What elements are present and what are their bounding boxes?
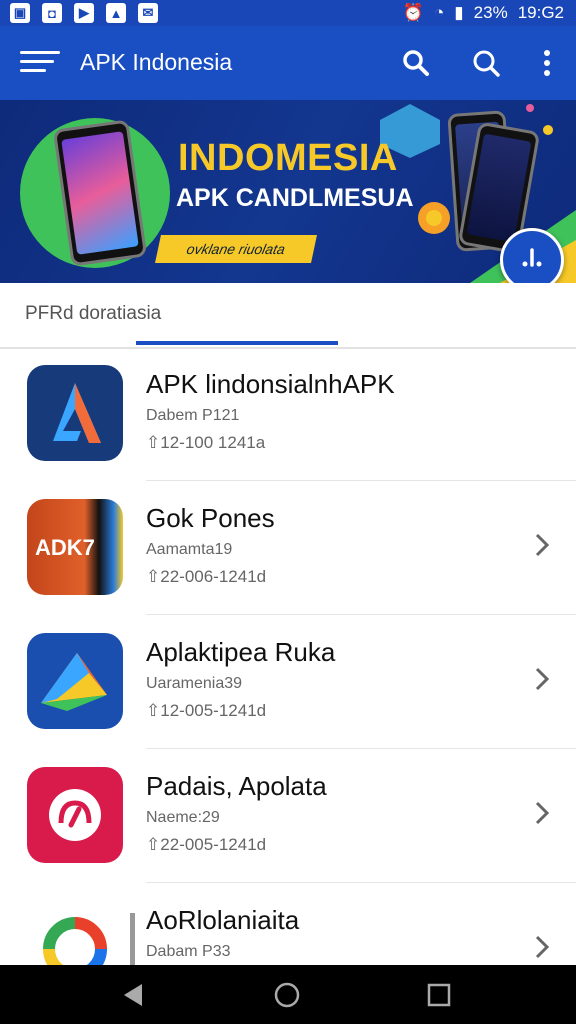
scroll-marker xyxy=(130,913,135,973)
messenger-notification-icon: ✉ xyxy=(138,3,158,23)
list-item[interactable]: Aplaktipea Ruka Uaramenia39 ⇧12-005-1241… xyxy=(0,615,576,749)
app-name: Aplaktipea Ruka xyxy=(146,637,336,667)
version-icon: ⇧ xyxy=(146,835,161,854)
list-item[interactable]: ADK7 Gok Pones Aamamta19 ⇧22-006-1241d xyxy=(0,481,576,615)
wifi-icon: ◔ xyxy=(434,3,445,22)
banner-headline: INDOMESIA xyxy=(178,137,398,179)
clock: 19:G2 xyxy=(517,3,564,22)
back-icon[interactable] xyxy=(120,980,150,1010)
tab-bar: PFRd doratiasia xyxy=(0,283,576,349)
app-icon xyxy=(27,633,123,729)
system-nav-bar xyxy=(0,965,576,1024)
app-date: ⇧12-100 1241a xyxy=(146,433,266,452)
app-date: ⇧22-005-1241d xyxy=(146,835,267,854)
app-list: APK lindonsialnhAPK Dabem P121 ⇧12-100 1… xyxy=(0,347,576,1017)
app-title: APK Indonesia xyxy=(80,49,233,75)
app-icon xyxy=(27,767,123,863)
chevron-right-icon xyxy=(535,667,550,691)
search-icon[interactable] xyxy=(470,47,502,79)
app-publisher: Dabem P121 xyxy=(146,407,240,424)
chevron-right-icon xyxy=(535,935,550,959)
signal-icon: ▮ xyxy=(454,3,464,22)
more-options-icon[interactable] xyxy=(533,47,565,79)
app-date: ⇧12-005-1241d xyxy=(146,701,267,720)
version-icon: ⇧ xyxy=(146,701,161,720)
download-icon xyxy=(522,248,542,267)
app-name: APK lindonsialnhAPK xyxy=(146,369,395,399)
app-date: ⇧22-006-1241d xyxy=(146,567,267,586)
battery-text: 23% xyxy=(473,3,508,22)
promo-banner[interactable]: INDOMESIA APK CANDLMESUA ovklane riuolat… xyxy=(0,100,576,283)
tab-indicator xyxy=(136,341,338,345)
menu-icon[interactable] xyxy=(20,51,60,77)
chevron-right-icon xyxy=(535,533,550,557)
status-bar: ▣ ◘ ▶ ▲ ✉ ⏰ ◔ ▮ 23% 19:G2 xyxy=(0,0,576,26)
app-name: Padais, Apolata xyxy=(146,771,327,801)
tab-active[interactable]: PFRd doratiasia xyxy=(25,303,161,325)
gallery-notification-icon: ◘ xyxy=(42,3,62,23)
version-icon: ⇧ xyxy=(146,433,161,452)
app-name: AoRlolaniaita xyxy=(146,905,300,935)
app-publisher: Uaramenia39 xyxy=(146,675,243,692)
chevron-right-icon xyxy=(535,801,550,825)
list-item[interactable]: APK lindonsialnhAPK Dabem P121 ⇧12-100 1… xyxy=(0,347,576,481)
home-icon[interactable] xyxy=(272,980,302,1010)
app-publisher: Dabam P33 xyxy=(146,943,231,960)
version-icon: ⇧ xyxy=(146,567,161,586)
image-notification-icon: ▲ xyxy=(106,3,126,23)
app-publisher: Naeme:29 xyxy=(146,809,220,826)
app-bar: APK Indonesia xyxy=(0,26,576,100)
video-notification-icon: ▶ xyxy=(74,3,94,23)
banner-tagline: ovklane riuolata xyxy=(155,235,317,263)
photo-notification-icon: ▣ xyxy=(10,3,30,23)
app-icon xyxy=(27,365,123,461)
app-name: Gok Pones xyxy=(146,503,275,533)
banner-subheadline: APK CANDLMESUA xyxy=(176,184,414,212)
app-icon-text: ADK7 xyxy=(35,535,95,560)
alarm-icon: ⏰ xyxy=(402,3,425,22)
recents-icon[interactable] xyxy=(424,980,454,1010)
app-icon: ADK7 xyxy=(27,499,123,595)
app-publisher: Aamamta19 xyxy=(146,541,233,558)
list-item[interactable]: Padais, Apolata Naeme:29 ⇧22-005-1241d xyxy=(0,749,576,883)
search-icon[interactable] xyxy=(400,47,432,79)
